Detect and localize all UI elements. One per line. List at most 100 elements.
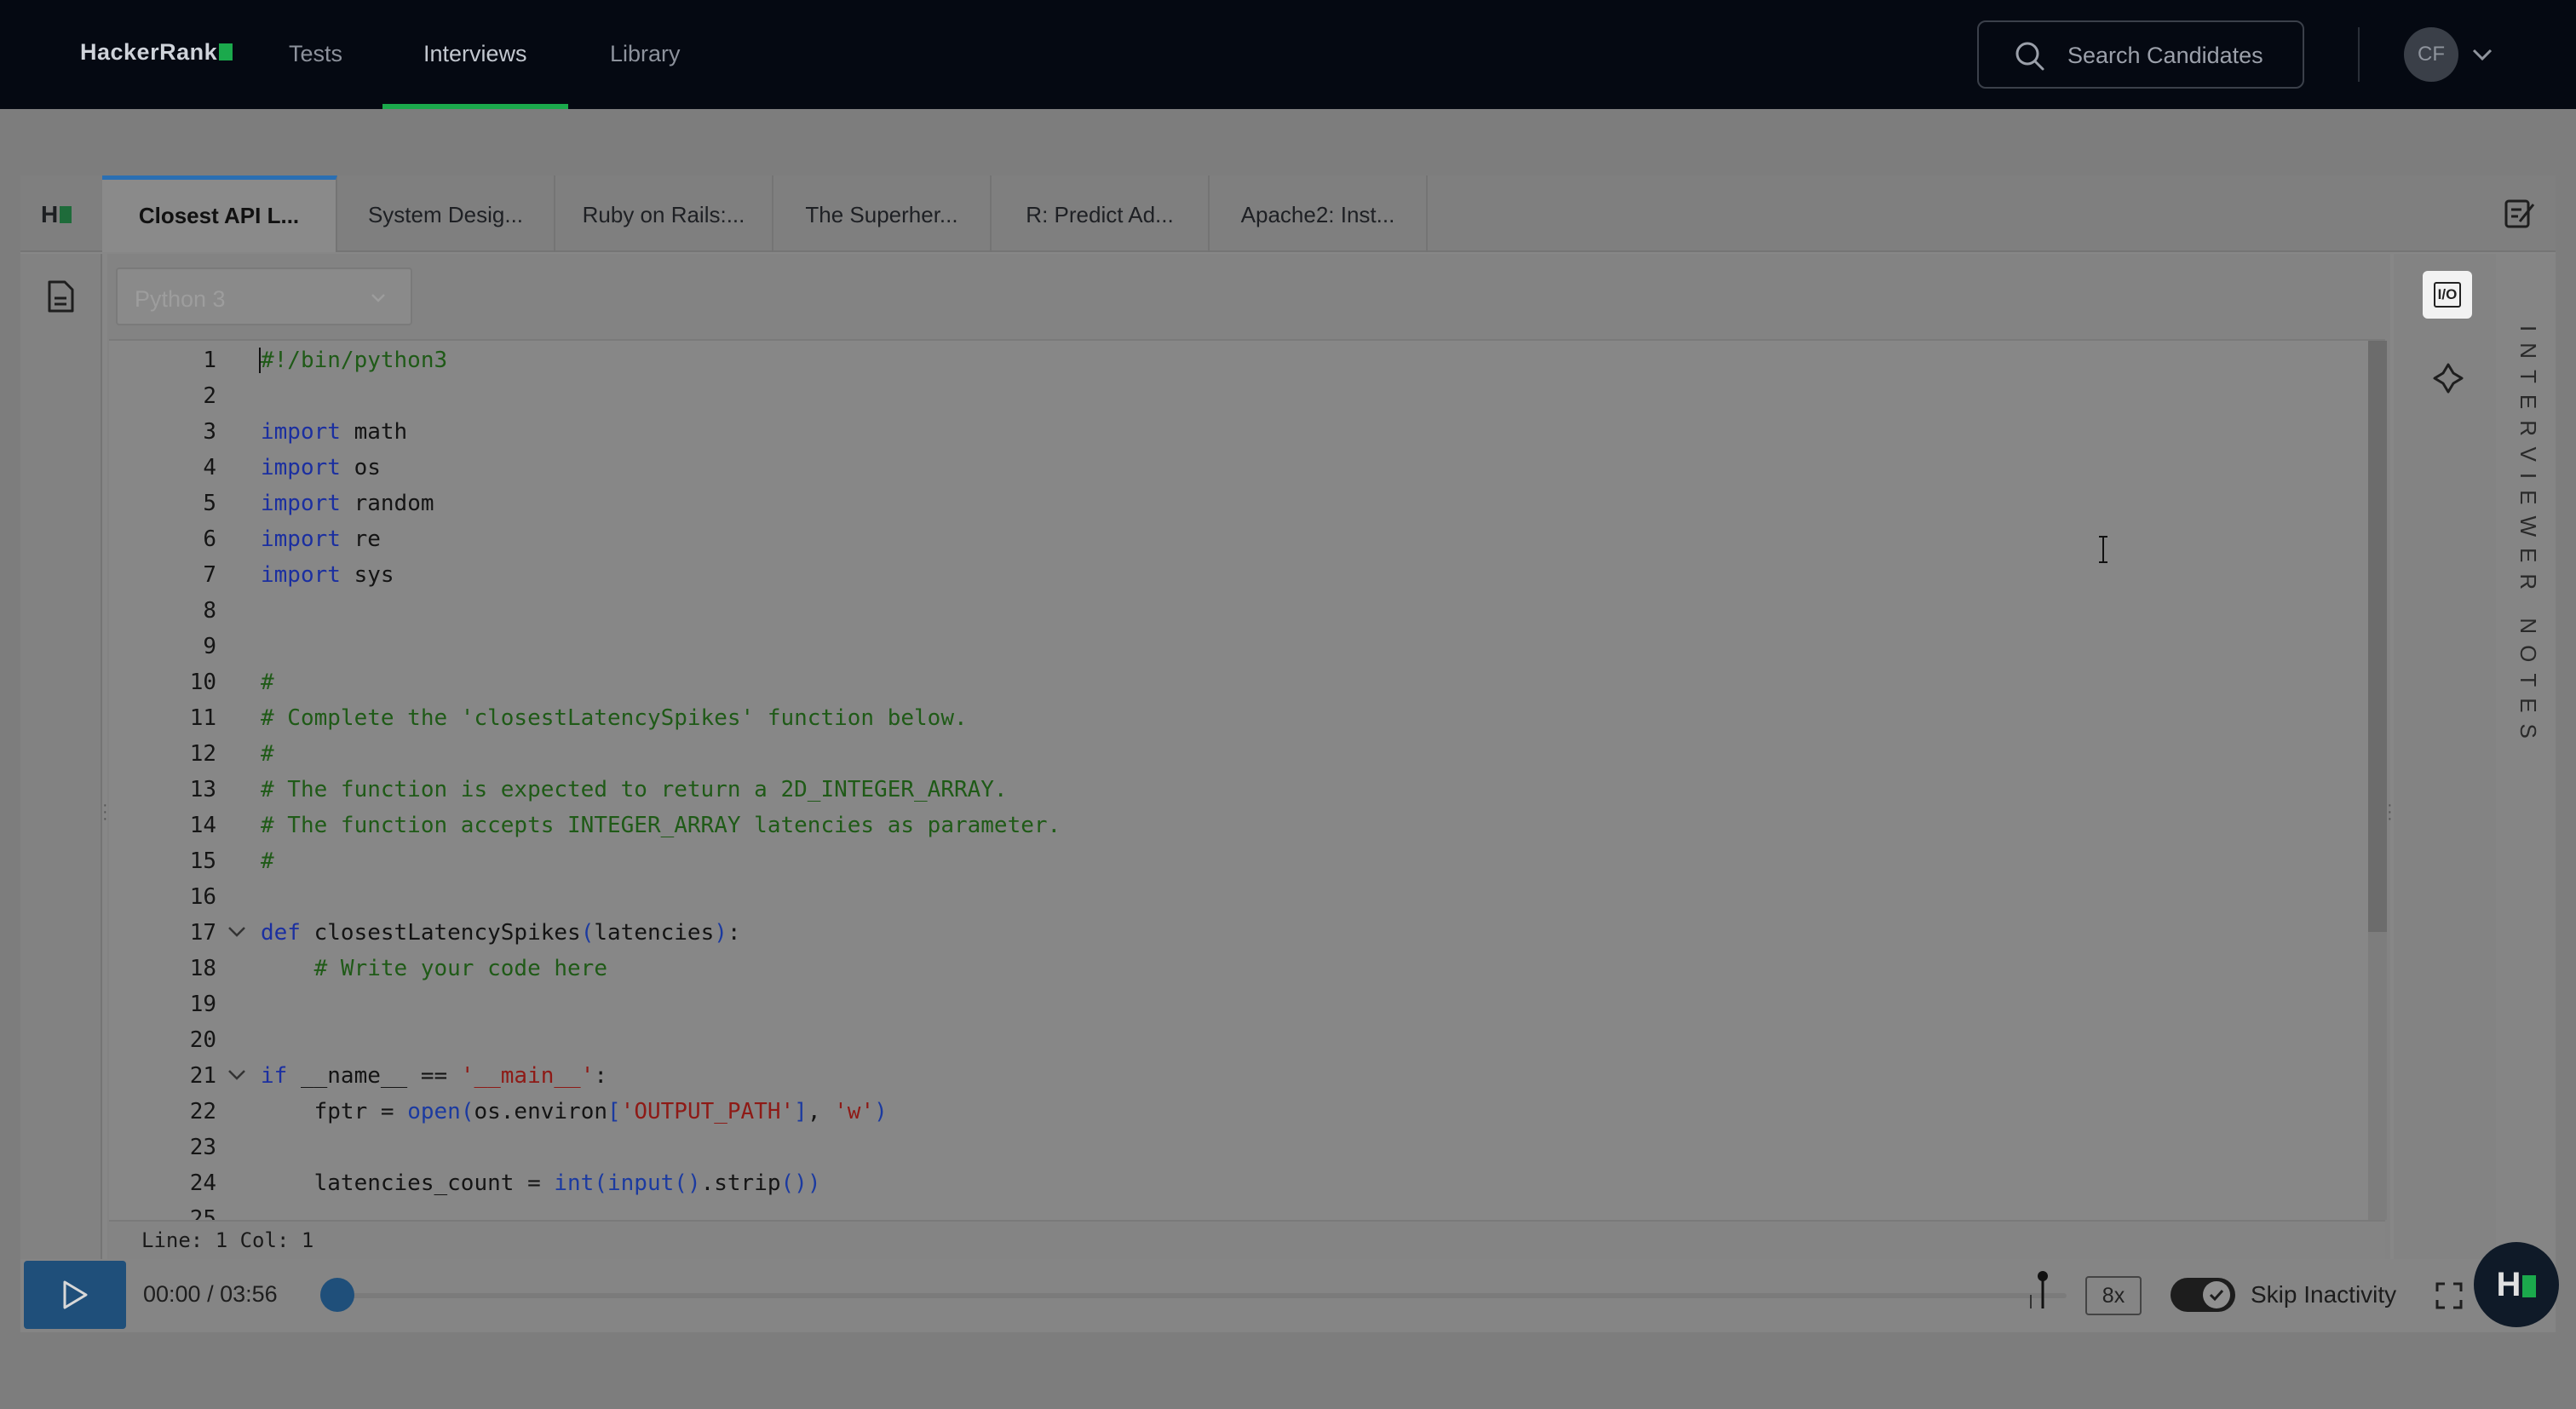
editor-status-bar: Line: 1 Col: 1: [109, 1220, 2385, 1259]
hackerrank-help-button[interactable]: H: [2474, 1242, 2559, 1327]
timeline-track[interactable]: [337, 1293, 2067, 1298]
sparkle-icon[interactable]: [2431, 361, 2465, 395]
interviewer-notes-rail[interactable]: INTERVIEWER NOTES: [2496, 254, 2556, 1332]
check-icon: [2209, 1289, 2224, 1302]
code-text: # Write your code here: [261, 956, 607, 981]
code-text: # Complete the 'closestLatencySpikes' fu…: [261, 705, 968, 731]
code-line[interactable]: 6 import re: [109, 521, 2358, 557]
nav-link-library[interactable]: Library: [610, 41, 681, 67]
code-text: fptr = open(os.environ['OUTPUT_PATH'], '…: [261, 1099, 888, 1124]
tab-apache2[interactable]: Apache2: Inst...: [1210, 175, 1428, 252]
top-nav: HackerRank Tests Interviews Library Sear…: [0, 0, 2576, 109]
logo-text: HackerRank: [80, 39, 218, 65]
code-line[interactable]: 14 # The function accepts INTEGER_ARRAY l…: [109, 808, 2358, 843]
timeline-thumb[interactable]: [320, 1278, 354, 1312]
code-line[interactable]: 10 #: [109, 664, 2358, 700]
fold-chevron-icon[interactable]: [227, 1067, 247, 1084]
right-resize-handle[interactable]: · · ·: [2387, 797, 2393, 827]
code-line[interactable]: 25: [109, 1201, 2358, 1220]
left-rail: [20, 254, 102, 1332]
code-line[interactable]: 15 #: [109, 843, 2358, 879]
line-number: 6: [203, 526, 216, 552]
code-line[interactable]: 18 # Write your code here: [109, 951, 2358, 986]
line-number: 5: [203, 491, 216, 516]
line-number: 22: [189, 1099, 216, 1124]
code-line[interactable]: 22 fptr = open(os.environ['OUTPUT_PATH']…: [109, 1094, 2358, 1130]
code-line[interactable]: 13 # The function is expected to return a…: [109, 772, 2358, 808]
code-line[interactable]: 9: [109, 629, 2358, 664]
code-text: #: [261, 670, 274, 695]
tab-closest-api[interactable]: Closest API L...: [102, 175, 337, 252]
nav-link-interviews[interactable]: Interviews: [423, 41, 527, 67]
code-line[interactable]: 24 latencies_count = int(input().strip()…: [109, 1165, 2358, 1201]
tab-ruby-on-rails[interactable]: Ruby on Rails:...: [555, 175, 773, 252]
code-line[interactable]: 23: [109, 1130, 2358, 1165]
document-icon[interactable]: [46, 279, 75, 313]
code-line[interactable]: 20: [109, 1022, 2358, 1058]
code-line[interactable]: 12 #: [109, 736, 2358, 772]
code-line[interactable]: 3 import math: [109, 414, 2358, 450]
io-toggle-button[interactable]: I/O: [2423, 271, 2472, 319]
io-label: I/O: [2433, 282, 2462, 308]
fab-logo-square: [2522, 1275, 2537, 1297]
line-number: 1: [203, 348, 216, 373]
timeline-marker-icon[interactable]: [2026, 1269, 2050, 1312]
code-text: if __name__ == '__main__':: [261, 1063, 608, 1089]
code-line[interactable]: 7 import sys: [109, 557, 2358, 593]
fullscreen-icon[interactable]: [2435, 1281, 2464, 1310]
code-line[interactable]: 1 #!/bin/python3: [109, 342, 2358, 378]
playback-time: 00:00 / 03:56: [143, 1281, 278, 1307]
code-text: #!/bin/python3: [261, 348, 448, 373]
search-candidates-box[interactable]: Search Candidates: [1977, 20, 2304, 89]
playback-speed-button[interactable]: 8x: [2085, 1276, 2142, 1315]
language-select[interactable]: Python 3: [116, 267, 412, 325]
nav-link-tests[interactable]: Tests: [289, 41, 342, 67]
toggle-knob: [2203, 1281, 2230, 1308]
code-line[interactable]: 5 import random: [109, 486, 2358, 521]
line-number: 10: [189, 670, 216, 695]
skip-inactivity-label: Skip Inactivity: [2251, 1281, 2397, 1308]
line-number: 8: [203, 598, 216, 624]
skip-inactivity-toggle[interactable]: [2171, 1278, 2235, 1312]
code-line[interactable]: 4 import os: [109, 450, 2358, 486]
logo-square: [219, 43, 233, 60]
text-cursor-icon: [2099, 536, 2107, 563]
playback-bar: 00:00 / 03:56 8x Skip Inactivity: [20, 1259, 2556, 1332]
play-button[interactable]: [24, 1261, 126, 1329]
code-line[interactable]: 2: [109, 378, 2358, 414]
line-number: 19: [189, 992, 216, 1017]
code-line[interactable]: 21 if __name__ == '__main__':: [109, 1058, 2358, 1094]
line-number: 4: [203, 455, 216, 480]
code-text: # The function accepts INTEGER_ARRAY lat…: [261, 813, 1061, 838]
code-line[interactable]: 8: [109, 593, 2358, 629]
code-line[interactable]: 19: [109, 986, 2358, 1022]
scrollbar-thumb[interactable]: [2368, 341, 2387, 932]
edit-notes-icon[interactable]: [2503, 196, 2537, 230]
chevron-down-icon[interactable]: [2470, 43, 2494, 66]
line-number: 21: [189, 1063, 216, 1089]
search-icon: [2015, 42, 2044, 71]
code-text: import sys: [261, 562, 394, 588]
fab-text: H: [2496, 1266, 2521, 1303]
chevron-down-icon: [371, 294, 385, 302]
tab-system-design[interactable]: System Desig...: [337, 175, 555, 252]
line-number: 14: [189, 813, 216, 838]
code-area[interactable]: 1 #!/bin/python3 2 3 import math 4 import o…: [109, 339, 2385, 1220]
line-number: 7: [203, 562, 216, 588]
line-number: 18: [189, 956, 216, 981]
avatar[interactable]: CF: [2404, 27, 2458, 82]
editor-scrollbar[interactable]: [2368, 341, 2387, 1220]
code-line[interactable]: 11 # Complete the 'closestLatencySpikes' …: [109, 700, 2358, 736]
tab-r-predict[interactable]: R: Predict Ad...: [992, 175, 1210, 252]
fold-chevron-icon[interactable]: [227, 923, 247, 940]
code-line[interactable]: 17 def closestLatencySpikes(latencies):: [109, 915, 2358, 951]
tab-superhero[interactable]: The Superher...: [773, 175, 992, 252]
code-text: # The function is expected to return a 2…: [261, 777, 1008, 802]
code-line[interactable]: 16: [109, 879, 2358, 915]
line-number: 13: [189, 777, 216, 802]
code-text: import os: [261, 455, 381, 480]
hackerrank-logo[interactable]: HackerRank: [80, 39, 233, 66]
hr-logo: H: [41, 201, 72, 228]
play-icon: [63, 1280, 88, 1309]
code-text: import math: [261, 419, 408, 445]
